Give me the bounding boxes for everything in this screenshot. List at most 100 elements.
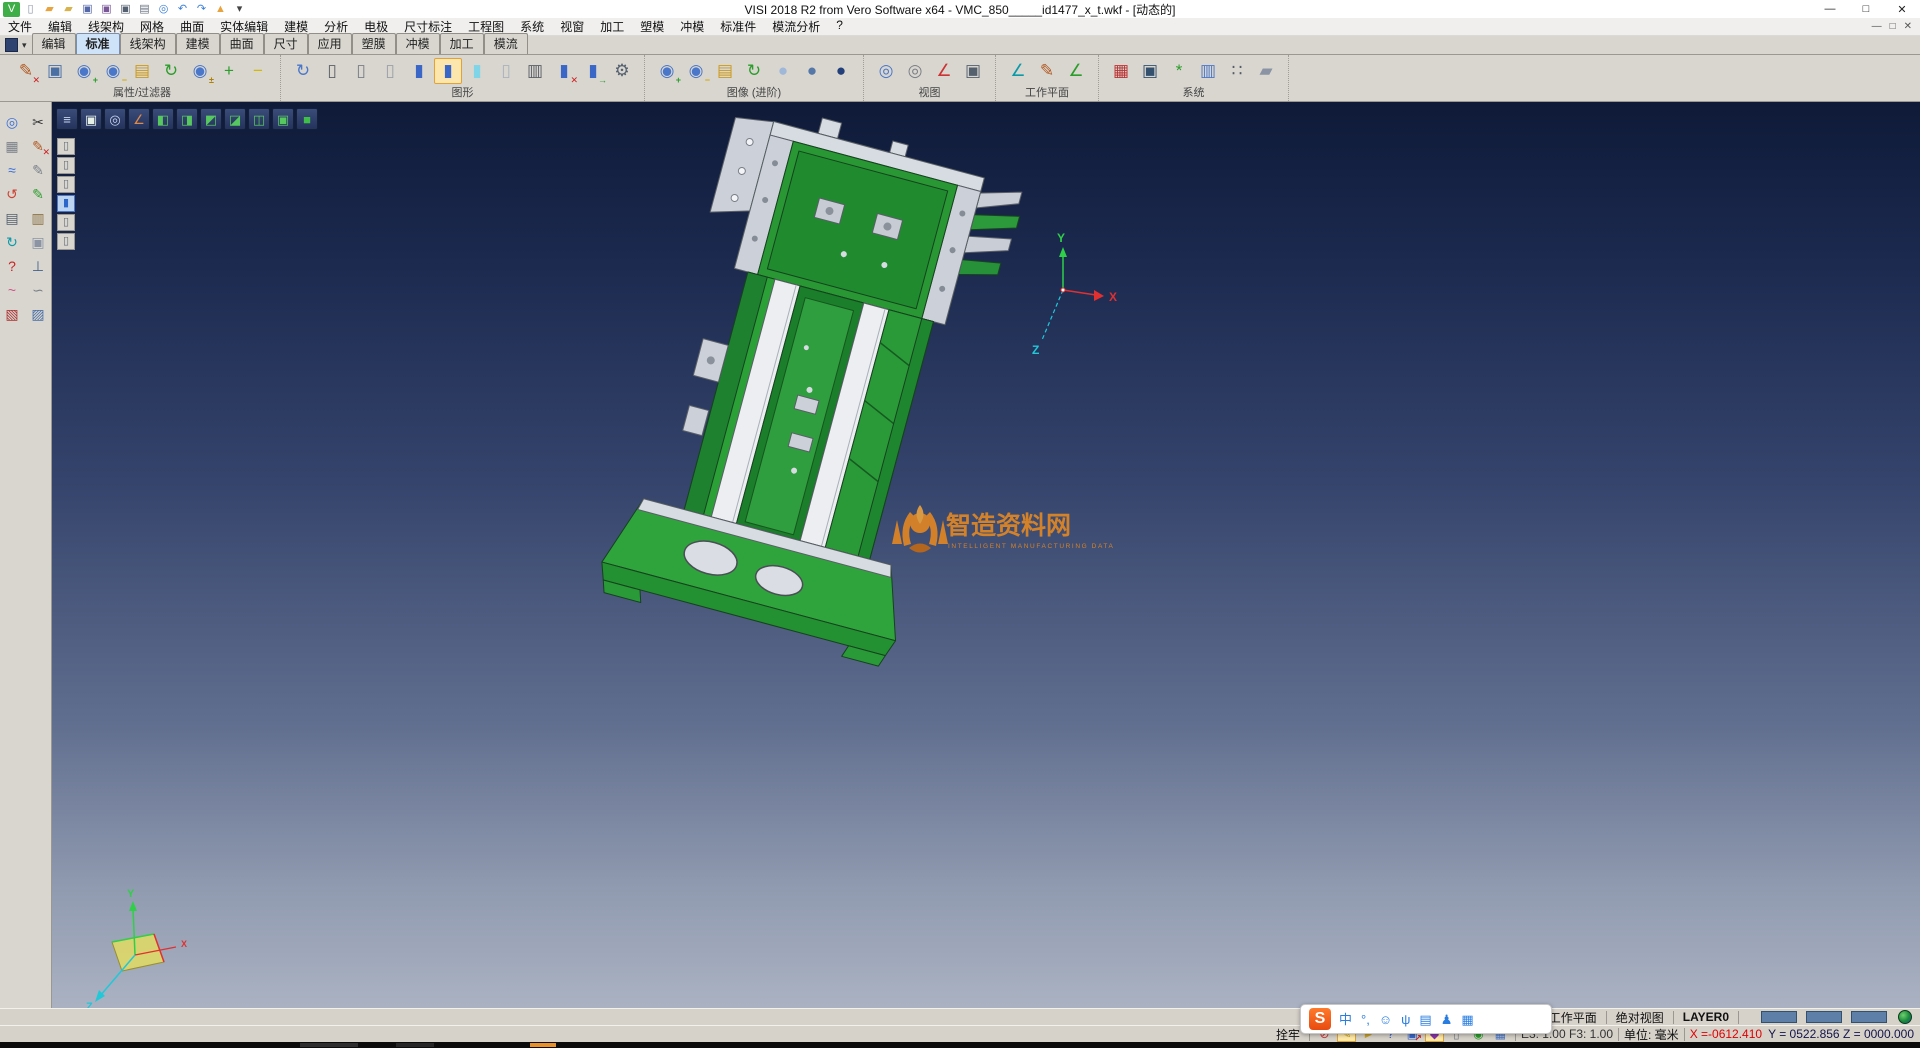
zoom-all-icon[interactable]: ◎ (901, 58, 929, 84)
quick-access-dropdown[interactable]: ▾ (231, 2, 248, 17)
ribbon-tab[interactable]: 建模 (176, 33, 220, 54)
body-item[interactable]: ▯ (57, 233, 75, 250)
menu-item[interactable]: 视窗 (552, 18, 592, 35)
advanced-refresh-icon[interactable]: ↻ (740, 58, 768, 84)
view-left-icon[interactable]: ◫ (248, 108, 270, 130)
dashed-cylinder-icon[interactable]: ▯ (376, 58, 404, 84)
shading-low-icon[interactable]: ● (769, 58, 797, 84)
color-swatch[interactable] (1851, 1011, 1887, 1023)
mesh-cylinder-icon[interactable]: ▥ (521, 58, 549, 84)
body-item[interactable]: ▯ (57, 157, 75, 174)
advanced-show-icon[interactable]: ◉+ (653, 58, 681, 84)
copy-attributes-icon[interactable]: ▣ (41, 58, 69, 84)
menu-item[interactable]: ? (828, 18, 851, 35)
workbook-icon[interactable] (5, 38, 18, 52)
workplane-display-icon[interactable]: ▰ (1252, 58, 1280, 84)
save-as-icon[interactable]: ▣ (98, 2, 115, 17)
refresh-visibility-icon[interactable]: ↻ (157, 58, 185, 84)
view-iso-icon[interactable]: ■ (296, 108, 318, 130)
zoom-previous-icon[interactable]: ◎ (872, 58, 900, 84)
ribbon-tab[interactable]: 加工 (440, 33, 484, 54)
globe-icon[interactable] (1898, 1010, 1912, 1024)
shading-medium-icon[interactable]: ● (798, 58, 826, 84)
menu-item[interactable]: 模流分析 (764, 18, 828, 35)
notes-icon[interactable]: ▥ (27, 208, 49, 227)
undo-icon[interactable]: ↶ (174, 2, 191, 17)
ribbon-tab[interactable]: 标准 (76, 33, 120, 54)
saved-views-icon[interactable]: ▣ (959, 58, 987, 84)
mdi-minimize-button[interactable]: — (1872, 21, 1882, 32)
mdi-restore-button[interactable]: □ (1890, 21, 1896, 32)
print-icon[interactable]: ▤ (136, 2, 153, 17)
ime-punct-icon[interactable]: °, (1361, 1013, 1370, 1026)
ime-logo[interactable]: S (1309, 1008, 1331, 1030)
shading-high-icon[interactable]: ● (827, 58, 855, 84)
hidden-line-cylinder-icon[interactable]: ▯ (347, 58, 375, 84)
layer-field[interactable]: LAYER0 (1679, 1010, 1733, 1024)
ime-toolbox-icon[interactable]: ▦ (1461, 1013, 1473, 1026)
clipboard-icon[interactable]: ▣ (27, 232, 49, 251)
import-file-icon[interactable]: ▰ (60, 2, 77, 17)
ime-mode-icon[interactable]: 中 (1339, 1013, 1352, 1026)
view-front-icon[interactable]: ◩ (200, 108, 222, 130)
show-entities-icon[interactable]: ◉+ (70, 58, 98, 84)
new-file-icon[interactable]: ▯ (22, 2, 39, 17)
menu-item[interactable]: 标准件 (712, 18, 764, 35)
system-refresh-icon[interactable]: * (1165, 58, 1193, 84)
profile-icon[interactable]: ≈ (1, 160, 23, 179)
color-swatch[interactable] (1806, 1011, 1842, 1023)
body-item[interactable]: ▯ (57, 176, 75, 193)
ribbon-tab[interactable]: 冲模 (396, 33, 440, 54)
color-table-icon[interactable]: ▦ (1107, 58, 1135, 84)
body-item[interactable]: ▯ (57, 214, 75, 231)
preview-icon[interactable]: ◎ (155, 2, 172, 17)
grid-icon[interactable]: ▦ (1, 136, 23, 155)
ime-emoji-icon[interactable]: ☺ (1379, 1013, 1392, 1026)
hide-entities-icon[interactable]: ◉− (99, 58, 127, 84)
maximize-button[interactable]: □ (1848, 1, 1884, 18)
view-axis-icon[interactable]: ∠ (128, 108, 150, 130)
modify-icon[interactable]: ✎ (27, 184, 49, 203)
shaded-cylinder-icon[interactable]: ▮ (405, 58, 433, 84)
delete-graphics-icon[interactable]: ▮✕ (550, 58, 578, 84)
zoom-window-icon[interactable]: ◎ (104, 108, 126, 130)
export-icon[interactable]: ▨ (27, 304, 49, 323)
ribbon-tab[interactable]: 线架构 (120, 33, 176, 54)
ime-mic-icon[interactable]: ψ (1401, 1013, 1410, 1026)
menu-item[interactable]: 冲模 (672, 18, 712, 35)
body-item[interactable]: ▯ (57, 138, 75, 155)
workplane-edit-icon[interactable]: ✎ (1033, 58, 1061, 84)
view-top-icon[interactable]: ◧ (152, 108, 174, 130)
sketch-icon[interactable]: ✎ (27, 160, 49, 179)
wireframe-cylinder-icon[interactable]: ▯ (318, 58, 346, 84)
add-filter-icon[interactable]: + (215, 58, 243, 84)
advanced-filter-icon[interactable]: ▤ (711, 58, 739, 84)
ribbon-tab[interactable]: 编辑 (32, 33, 76, 54)
view-menu-icon[interactable]: ≡ (56, 108, 78, 130)
viewport-3d[interactable]: Y X Z Y X (52, 102, 1920, 1008)
shaded-edges-cylinder-icon[interactable]: ▮ (434, 58, 462, 84)
curve-icon[interactable]: ~ (1, 280, 23, 299)
measure-icon[interactable]: ⊥ (27, 256, 49, 275)
tab-dropdown-icon[interactable]: ▾ (22, 40, 27, 51)
ime-keyboard-icon[interactable]: ▤ (1419, 1013, 1431, 1026)
spline-icon[interactable]: ∽ (27, 280, 49, 299)
model-casting[interactable] (594, 102, 1031, 671)
save-all-icon[interactable]: ▣ (117, 2, 134, 17)
view-bottom-icon[interactable]: ◨ (176, 108, 198, 130)
ime-profile-icon[interactable]: ♟ (1441, 1013, 1453, 1026)
ribbon-tab[interactable]: 尺寸 (264, 33, 308, 54)
ribbon-tab[interactable]: 模流 (484, 33, 528, 54)
app-logo[interactable]: V (3, 2, 20, 17)
transparent-cylinder-icon[interactable]: ▮ (463, 58, 491, 84)
close-button[interactable]: ✕ (1884, 1, 1920, 18)
body-item-selected[interactable]: ▮ (57, 195, 75, 212)
display-settings-icon[interactable]: ▣ (1136, 58, 1164, 84)
graphics-settings-icon[interactable]: ⚙ (608, 58, 636, 84)
favorites-icon[interactable]: ▲ (212, 2, 229, 17)
trim-icon[interactable]: ✂ (27, 112, 49, 131)
sync-icon[interactable]: ↻ (1, 232, 23, 251)
snap-settings-icon[interactable]: ◎ (1, 112, 23, 131)
workplane-align-icon[interactable]: ∠ (1062, 58, 1090, 84)
view-back-icon[interactable]: ◪ (224, 108, 246, 130)
